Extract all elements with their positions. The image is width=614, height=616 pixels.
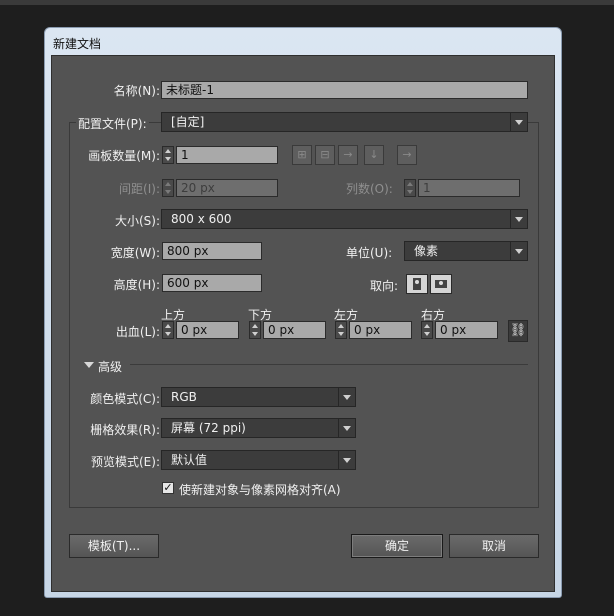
width-input[interactable]: 800 px bbox=[162, 242, 262, 260]
columns-input[interactable]: 1 bbox=[418, 179, 520, 197]
bleed-bottom-stepper[interactable] bbox=[249, 321, 261, 339]
raster-effects-select[interactable]: 屏幕 (72 ppi) bbox=[161, 418, 356, 438]
landscape-icon bbox=[435, 280, 447, 288]
artboard-count-input[interactable]: 1 bbox=[176, 146, 278, 164]
color-mode-label: 颜色模式(C): bbox=[90, 392, 160, 406]
chevron-down-icon bbox=[338, 419, 355, 437]
advanced-divider bbox=[130, 364, 528, 365]
columns-label: 列数(O): bbox=[346, 182, 393, 196]
spacing-stepper[interactable] bbox=[162, 179, 174, 197]
size-select-value: 800 x 600 bbox=[171, 212, 232, 226]
name-label: 名称(N): bbox=[113, 84, 160, 98]
landscape-orientation-button[interactable] bbox=[430, 274, 452, 294]
size-label: 大小(S): bbox=[114, 214, 160, 228]
chevron-down-icon bbox=[510, 210, 527, 228]
chevron-down-icon bbox=[510, 113, 527, 131]
chevron-down-icon bbox=[510, 242, 527, 260]
preview-mode-select[interactable]: 默认值 bbox=[161, 450, 356, 470]
width-label: 宽度(W): bbox=[110, 246, 160, 260]
arrange-by-column-icon[interactable]: ↓ bbox=[364, 145, 384, 165]
cancel-button[interactable]: 取消 bbox=[449, 534, 539, 558]
align-pixel-grid-checkbox[interactable]: ✓ bbox=[162, 482, 174, 494]
color-mode-select[interactable]: RGB bbox=[161, 387, 356, 407]
units-select-value: 像素 bbox=[414, 244, 439, 258]
advanced-section-label[interactable]: 高级 bbox=[98, 358, 122, 375]
ok-button[interactable]: 确定 bbox=[351, 534, 443, 558]
right-to-left-icon[interactable]: → bbox=[397, 145, 417, 165]
align-pixel-grid-label: 使新建对象与像素网格对齐(A) bbox=[179, 483, 341, 497]
color-mode-value: RGB bbox=[171, 390, 197, 404]
raster-effects-label: 栅格效果(R): bbox=[90, 423, 160, 437]
artboard-count-label: 画板数量(M): bbox=[88, 149, 160, 163]
preview-mode-label: 预览模式(E): bbox=[91, 455, 160, 469]
bleed-top-stepper[interactable] bbox=[162, 321, 174, 339]
bleed-label: 出血(L): bbox=[115, 325, 160, 339]
bleed-bottom-input[interactable]: 0 px bbox=[263, 321, 326, 339]
portrait-icon bbox=[413, 278, 421, 290]
portrait-orientation-button[interactable] bbox=[406, 274, 428, 294]
units-select[interactable]: 像素 bbox=[404, 241, 528, 261]
height-label: 高度(H): bbox=[113, 278, 160, 292]
profile-label: 配置文件(P): bbox=[76, 115, 149, 132]
grid-by-column-icon[interactable]: ⊟ bbox=[315, 145, 335, 165]
spacing-input[interactable]: 20 px bbox=[176, 179, 278, 197]
profile-select[interactable]: [自定] bbox=[161, 112, 528, 132]
spacing-label: 间距(I): bbox=[119, 182, 160, 196]
name-input[interactable]: 未标题-1 bbox=[161, 81, 528, 99]
link-icon[interactable]: ⛓ bbox=[508, 320, 528, 342]
raster-effects-value: 屏幕 (72 ppi) bbox=[171, 421, 246, 435]
bleed-left-input[interactable]: 0 px bbox=[349, 321, 412, 339]
columns-stepper[interactable] bbox=[404, 179, 416, 197]
collapse-triangle-icon[interactable] bbox=[84, 362, 94, 368]
height-input[interactable]: 600 px bbox=[162, 274, 262, 292]
dialog-title: 新建文档 bbox=[53, 37, 102, 51]
templates-button[interactable]: 模板(T)... bbox=[69, 534, 159, 558]
bleed-right-stepper[interactable] bbox=[421, 321, 433, 339]
orientation-label: 取向: bbox=[370, 279, 399, 293]
artboard-count-stepper[interactable] bbox=[162, 146, 174, 164]
bleed-left-stepper[interactable] bbox=[335, 321, 347, 339]
preview-mode-value: 默认值 bbox=[171, 453, 208, 467]
bleed-right-input[interactable]: 0 px bbox=[435, 321, 498, 339]
size-select[interactable]: 800 x 600 bbox=[161, 209, 528, 229]
units-label: 单位(U): bbox=[346, 246, 393, 260]
chevron-down-icon bbox=[338, 388, 355, 406]
bleed-top-input[interactable]: 0 px bbox=[176, 321, 239, 339]
top-bar bbox=[0, 0, 614, 5]
profile-select-value: [自定] bbox=[171, 115, 205, 129]
grid-by-row-icon[interactable]: ⊞ bbox=[292, 145, 312, 165]
chevron-down-icon bbox=[338, 451, 355, 469]
arrange-by-row-icon[interactable]: → bbox=[338, 145, 358, 165]
